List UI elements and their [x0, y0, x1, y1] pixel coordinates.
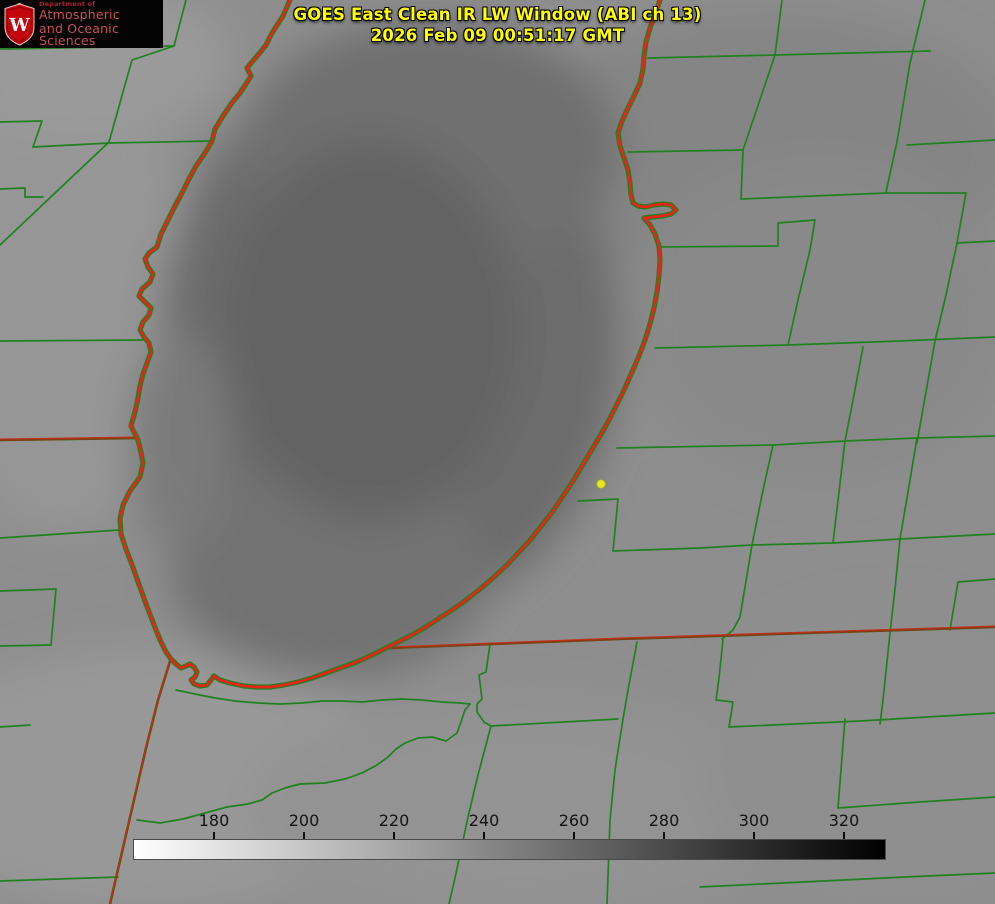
county-boundary-line	[0, 645, 51, 646]
colorbar-tick-mark	[303, 832, 305, 839]
goes-satellite-viewer: W Department of Atmospheric and Oceanic …	[0, 0, 995, 904]
colorbar-tick-mark	[483, 832, 485, 839]
colorbar-tick-label: 300	[739, 811, 770, 830]
colorbar-tick-label: 180	[199, 811, 230, 830]
colorbar-gradient	[133, 839, 886, 860]
colorbar-tick-label: 220	[379, 811, 410, 830]
colorbar-tick-mark	[843, 832, 845, 839]
station-marker-dot	[597, 480, 605, 488]
temperature-colorbar: 180 200 220 240 260 280 300 320	[133, 811, 886, 861]
colorbar-tick-label: 200	[289, 811, 320, 830]
uw-aos-logo: W Department of Atmospheric and Oceanic …	[0, 0, 163, 48]
ir-cloud-texture	[0, 0, 995, 904]
colorbar-tick-label: 240	[469, 811, 500, 830]
colorbar-tick-label: 260	[559, 811, 590, 830]
colorbar-tick-mark	[573, 832, 575, 839]
uw-crest-icon: W	[3, 2, 36, 46]
colorbar-labels: 180 200 220 240 260 280 300 320	[133, 811, 886, 831]
colorbar-tick-mark	[393, 832, 395, 839]
logo-name-line1: Atmospheric	[39, 9, 163, 22]
colorbar-tick-mark	[663, 832, 665, 839]
colorbar-tick-mark	[213, 832, 215, 839]
satellite-map[interactable]	[0, 0, 995, 904]
svg-text:W: W	[8, 15, 30, 36]
colorbar-tick-mark	[753, 832, 755, 839]
colorbar-tick-label: 280	[649, 811, 680, 830]
logo-name-line2: and Oceanic Sciences	[39, 23, 163, 48]
county-boundary-line	[0, 340, 143, 341]
colorbar-tick-label: 320	[829, 811, 860, 830]
colorbar-ticks	[133, 832, 886, 839]
